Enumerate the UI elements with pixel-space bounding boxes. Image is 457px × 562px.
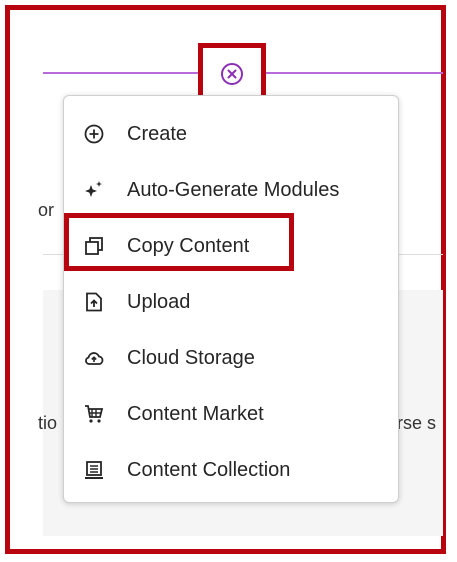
menu-item-copy-content[interactable]: Copy Content xyxy=(64,218,398,274)
background-text-fragment: rse s xyxy=(397,413,437,433)
upload-file-icon xyxy=(82,290,106,314)
cart-icon xyxy=(82,402,106,426)
menu-item-auto-generate-modules[interactable]: Auto-Generate Modules xyxy=(64,162,398,218)
copy-icon xyxy=(82,234,106,258)
menu-item-label: Create xyxy=(127,122,188,145)
background-text-fragment: or xyxy=(38,200,55,220)
collection-icon xyxy=(82,458,106,482)
background-text-fragment: tio xyxy=(38,413,58,433)
add-content-menu: Create Auto-Generate Modules Copy Conten… xyxy=(63,95,399,503)
plus-circle-icon xyxy=(82,122,106,146)
menu-item-content-collection[interactable]: Content Collection xyxy=(64,442,398,498)
sparkle-icon xyxy=(82,178,106,202)
close-menu-button[interactable] xyxy=(220,62,244,86)
cloud-upload-icon xyxy=(82,346,106,370)
menu-item-content-market[interactable]: Content Market xyxy=(64,386,398,442)
menu-item-label: Auto-Generate Modules xyxy=(127,178,340,201)
close-circle-icon xyxy=(221,63,243,85)
menu-item-label: Upload xyxy=(127,290,191,313)
menu-item-label: Content Collection xyxy=(127,458,291,481)
menu-item-label: Cloud Storage xyxy=(127,346,255,369)
menu-item-upload[interactable]: Upload xyxy=(64,274,398,330)
menu-item-label: Content Market xyxy=(127,402,264,425)
menu-item-label: Copy Content xyxy=(127,234,250,257)
menu-item-create[interactable]: Create xyxy=(64,106,398,162)
menu-item-cloud-storage[interactable]: Cloud Storage xyxy=(64,330,398,386)
